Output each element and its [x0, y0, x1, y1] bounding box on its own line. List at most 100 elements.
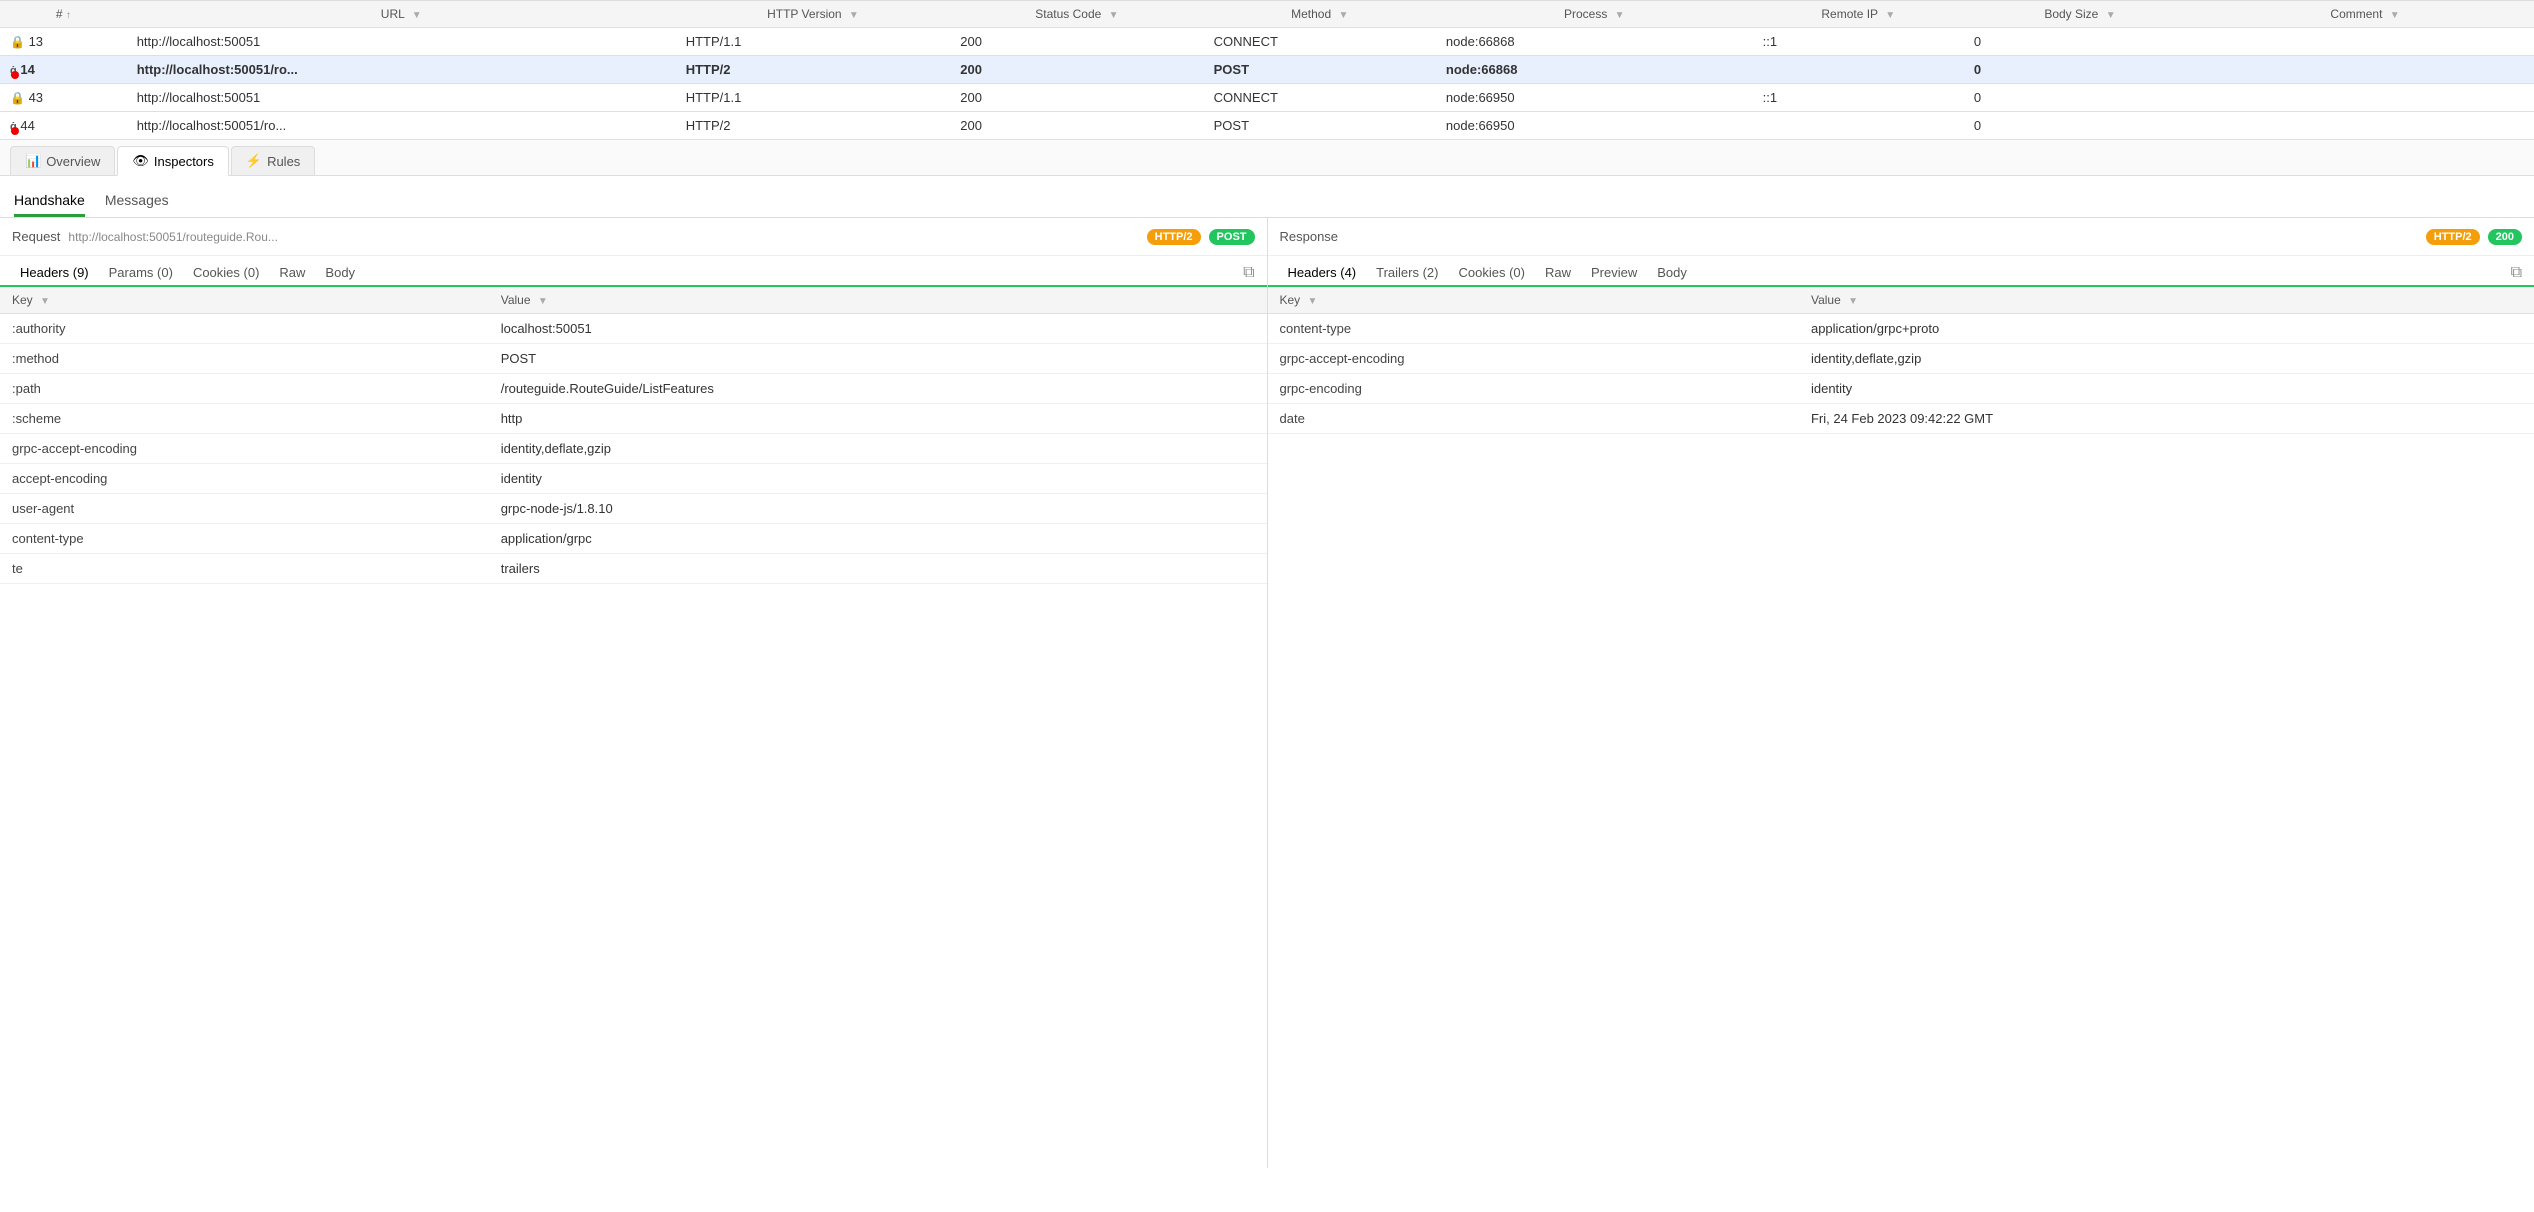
copy-request-icon[interactable]: ⧉	[1243, 264, 1254, 282]
row-ip: ::1	[1753, 28, 1964, 56]
col-status-header[interactable]: Status Code ▼	[950, 1, 1203, 28]
res-tab-body[interactable]: Body	[1649, 260, 1695, 287]
tab-messages[interactable]: Messages	[105, 186, 169, 217]
table-row[interactable]: 🔒 13 http://localhost:50051 HTTP/1.1 200…	[0, 28, 2534, 56]
col-url-header[interactable]: URL ▼	[127, 1, 676, 28]
copy-response-icon[interactable]: ⧉	[2511, 264, 2522, 282]
row-comment	[2196, 56, 2534, 84]
row-process: node:66950	[1436, 84, 1753, 112]
table-row[interactable]: ġ 14 http://localhost:50051/ro... HTTP/2…	[0, 56, 2534, 84]
filter-icon: ▼	[849, 10, 859, 21]
response-headers-table: Key ▼ Value ▼ content-type application/g…	[1268, 287, 2534, 434]
row-ip: ::1	[1753, 84, 1964, 112]
panels: Request http://localhost:50051/routeguid…	[0, 218, 2534, 1168]
response-label: Response	[1280, 229, 1339, 244]
list-item: date Fri, 24 Feb 2023 09:42:22 GMT	[1268, 404, 2534, 434]
header-value: identity	[1799, 374, 2534, 404]
chart-icon: 📊	[25, 153, 41, 169]
list-item: :authority localhost:50051	[0, 314, 1267, 344]
res-tab-preview[interactable]: Preview	[1583, 260, 1645, 287]
filter-icon: ▼	[1885, 10, 1895, 21]
req-tab-params[interactable]: Params (0)	[101, 260, 181, 287]
filter-icon: ▼	[1338, 10, 1348, 21]
res-key-header[interactable]: Key ▼	[1268, 287, 1799, 314]
list-item: :scheme http	[0, 404, 1267, 434]
filter-icon: ▼	[1848, 296, 1858, 307]
res-value-header[interactable]: Value ▼	[1799, 287, 2534, 314]
filter-icon: ▼	[2390, 10, 2400, 21]
req-tab-body[interactable]: Body	[317, 260, 363, 287]
row-comment	[2196, 84, 2534, 112]
res-tab-headers[interactable]: Headers (4)	[1280, 260, 1365, 287]
request-headers-table: Key ▼ Value ▼ :authority localhost:50051…	[0, 287, 1267, 584]
request-method-badge: POST	[1209, 229, 1255, 245]
row-http: HTTP/1.1	[676, 28, 951, 56]
header-value: identity	[489, 464, 1267, 494]
res-tab-trailers[interactable]: Trailers (2)	[1368, 260, 1446, 287]
grpc-icon: ġ	[10, 65, 17, 77]
req-tab-headers[interactable]: Headers (9)	[12, 260, 97, 287]
req-value-header[interactable]: Value ▼	[489, 287, 1267, 314]
res-tab-cookies[interactable]: Cookies (0)	[1451, 260, 1533, 287]
response-panel-tabs: Headers (4) Trailers (2) Cookies (0) Raw…	[1268, 256, 2534, 287]
header-value: http	[489, 404, 1267, 434]
col-ip-header[interactable]: Remote IP ▼	[1753, 1, 1964, 28]
header-key: grpc-encoding	[1268, 374, 1799, 404]
col-num-header[interactable]: # ↑	[0, 1, 127, 28]
list-item: grpc-accept-encoding identity,deflate,gz…	[1268, 344, 2534, 374]
row-url: http://localhost:50051	[127, 84, 676, 112]
row-body: 0	[1964, 112, 2196, 140]
tab-handshake[interactable]: Handshake	[14, 186, 85, 217]
tab-overview[interactable]: 📊 Overview	[10, 146, 115, 175]
filter-icon: ▼	[1615, 10, 1625, 21]
filter-icon: ▼	[1109, 10, 1119, 21]
row-body: 0	[1964, 84, 2196, 112]
req-key-header[interactable]: Key ▼	[0, 287, 489, 314]
tab-rules[interactable]: ⚡ Rules	[231, 146, 315, 175]
row-http: HTTP/2	[676, 112, 951, 140]
col-method-header[interactable]: Method ▼	[1204, 1, 1436, 28]
col-process-header[interactable]: Process ▼	[1436, 1, 1753, 28]
header-value: identity,deflate,gzip	[489, 434, 1267, 464]
grpc-icon: ġ	[10, 121, 17, 133]
header-key: :authority	[0, 314, 489, 344]
row-body: 0	[1964, 28, 2196, 56]
header-key: accept-encoding	[0, 464, 489, 494]
eye-icon: 👁	[132, 153, 149, 169]
list-item: :method POST	[0, 344, 1267, 374]
table-row[interactable]: 🔒 43 http://localhost:50051 HTTP/1.1 200…	[0, 84, 2534, 112]
header-key: grpc-accept-encoding	[0, 434, 489, 464]
row-ip	[1753, 112, 1964, 140]
row-num: ġ 44	[0, 112, 127, 140]
list-item: accept-encoding identity	[0, 464, 1267, 494]
lock-icon: 🔒	[10, 35, 25, 49]
row-url: http://localhost:50051/ro...	[127, 112, 676, 140]
req-tab-raw[interactable]: Raw	[271, 260, 313, 287]
filter-icon: ▼	[412, 10, 422, 21]
filter-icon: ▼	[2106, 10, 2116, 21]
col-http-header[interactable]: HTTP Version ▼	[676, 1, 951, 28]
col-comment-header[interactable]: Comment ▼	[2196, 1, 2534, 28]
list-item: user-agent grpc-node-js/1.8.10	[0, 494, 1267, 524]
col-body-header[interactable]: Body Size ▼	[1964, 1, 2196, 28]
header-value: localhost:50051	[489, 314, 1267, 344]
tab-bar: 📊 Overview 👁 Inspectors ⚡ Rules	[0, 140, 2534, 176]
response-panel: Response HTTP/2 200 Headers (4) Trailers…	[1268, 218, 2534, 1168]
handshake-tab-bar: Handshake Messages	[0, 176, 2534, 218]
request-headers-scroll: Key ▼ Value ▼ :authority localhost:50051…	[0, 287, 1267, 1168]
header-value: /routeguide.RouteGuide/ListFeatures	[489, 374, 1267, 404]
request-panel: Request http://localhost:50051/routeguid…	[0, 218, 1268, 1168]
table-row[interactable]: ġ 44 http://localhost:50051/ro... HTTP/2…	[0, 112, 2534, 140]
filter-icon: ▼	[1308, 296, 1318, 307]
header-key: :scheme	[0, 404, 489, 434]
row-body: 0	[1964, 56, 2196, 84]
header-value: application/grpc	[489, 524, 1267, 554]
row-method: CONNECT	[1204, 84, 1436, 112]
request-http-badge: HTTP/2	[1147, 229, 1201, 245]
row-comment	[2196, 28, 2534, 56]
row-method: POST	[1204, 112, 1436, 140]
req-tab-cookies[interactable]: Cookies (0)	[185, 260, 267, 287]
res-tab-raw[interactable]: Raw	[1537, 260, 1579, 287]
tab-inspectors[interactable]: 👁 Inspectors	[117, 146, 229, 176]
row-process: node:66868	[1436, 56, 1753, 84]
